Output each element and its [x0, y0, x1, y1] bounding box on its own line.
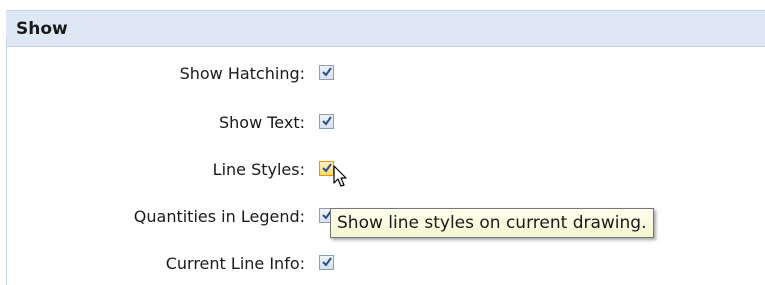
- tooltip-text: Show line styles on current drawing.: [337, 213, 647, 233]
- checkmark-icon: [322, 163, 332, 173]
- line-styles-label: Line Styles:: [212, 160, 305, 179]
- show-options-panel: Show Show Hatching: Show Text: Line Styl…: [0, 0, 765, 285]
- section-title: Show: [16, 19, 68, 39]
- show-text-row: Show Text:: [0, 111, 765, 135]
- show-text-checkbox[interactable]: [319, 114, 334, 129]
- quantities-in-legend-label: Quantities in Legend:: [133, 207, 305, 226]
- line-styles-row: Line Styles:: [0, 158, 765, 182]
- checkmark-icon: [322, 257, 332, 267]
- show-hatching-label: Show Hatching:: [179, 64, 305, 83]
- line-styles-checkbox[interactable]: [319, 161, 334, 176]
- section-header: Show: [6, 10, 765, 47]
- show-text-label: Show Text:: [218, 113, 305, 132]
- checkmark-icon: [322, 67, 332, 77]
- checkmark-icon: [322, 116, 332, 126]
- pointer-cursor-icon: [333, 165, 347, 187]
- current-line-info-row: Current Line Info:: [0, 252, 765, 276]
- current-line-info-label: Current Line Info:: [165, 254, 305, 273]
- show-hatching-checkbox[interactable]: [319, 65, 334, 80]
- current-line-info-checkbox[interactable]: [319, 255, 334, 270]
- show-hatching-row: Show Hatching:: [0, 62, 765, 86]
- tooltip: Show line styles on current drawing.: [330, 208, 654, 238]
